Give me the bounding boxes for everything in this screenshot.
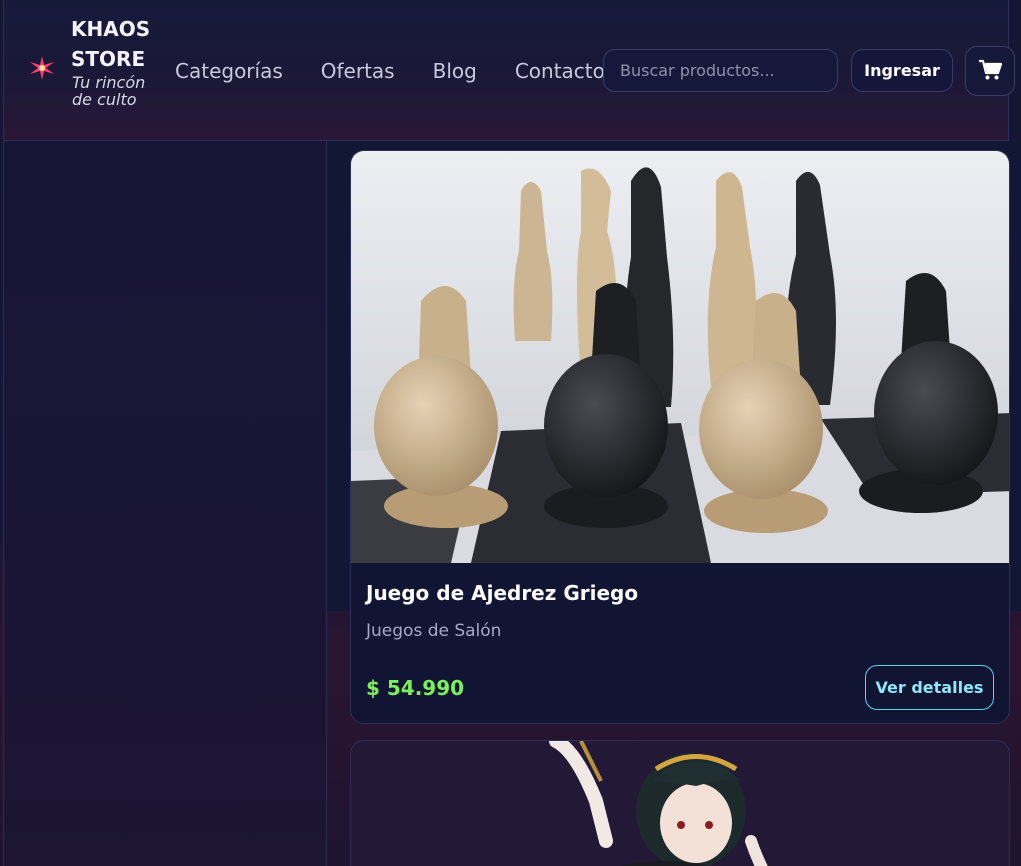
product-card[interactable]: Juego de Ajedrez Griego Juegos de Salón … xyxy=(350,150,1010,724)
brand-tagline: Tu rincón de culto xyxy=(72,73,146,109)
greek-chess-pieces-photo[interactable] xyxy=(351,151,1009,563)
sidebar xyxy=(3,141,327,866)
product-card[interactable] xyxy=(350,740,1010,866)
cart-button[interactable] xyxy=(965,46,1015,96)
product-category: Juegos de Salón xyxy=(366,621,502,641)
main-nav: Categorías Ofertas Blog Contacto xyxy=(175,58,643,84)
nav-contacto[interactable]: Contacto xyxy=(515,58,605,84)
anime-figure-photo[interactable] xyxy=(351,741,1009,866)
site-header: KHAOS STORE Tu rincón de culto Categoría… xyxy=(3,0,1015,141)
starburst-icon[interactable] xyxy=(28,54,56,82)
page: KHAOS STORE Tu rincón de culto Categoría… xyxy=(0,0,1021,866)
nav-categorias[interactable]: Categorías xyxy=(175,58,283,84)
search-input[interactable] xyxy=(603,49,838,92)
shopping-cart-icon xyxy=(977,58,1003,85)
product-title[interactable]: Juego de Ajedrez Griego xyxy=(366,581,638,605)
product-card-body: Juego de Ajedrez Griego Juegos de Salón … xyxy=(351,563,1009,723)
nav-blog[interactable]: Blog xyxy=(433,58,477,84)
nav-ofertas[interactable]: Ofertas xyxy=(321,58,395,84)
product-price: $ 54.990 xyxy=(366,676,465,700)
login-button[interactable]: Ingresar xyxy=(851,49,953,92)
brand-name[interactable]: KHAOS STORE xyxy=(71,14,161,74)
view-details-button[interactable]: Ver detalles xyxy=(865,665,994,710)
